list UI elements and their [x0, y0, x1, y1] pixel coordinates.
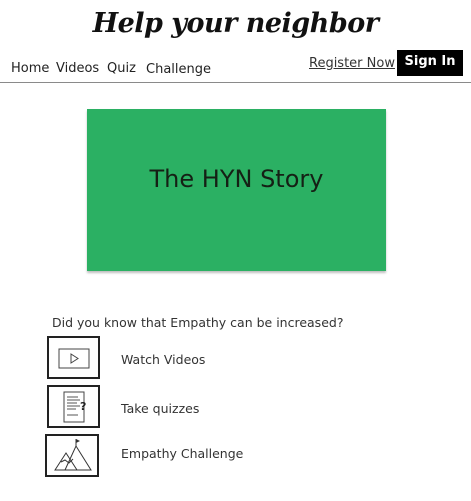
page: Help your neighbor Home Videos Quiz Chal…	[0, 0, 471, 501]
svg-text:?: ?	[80, 400, 86, 413]
take-quizzes-icon-box[interactable]: ?	[47, 385, 100, 428]
play-icon	[58, 348, 90, 369]
sign-in-button[interactable]: Sign In	[397, 50, 463, 76]
nav-videos[interactable]: Videos	[56, 61, 99, 76]
nav-quiz[interactable]: Quiz	[107, 61, 136, 76]
hero-banner[interactable]: The HYN Story	[87, 109, 386, 271]
empathy-challenge-icon-box[interactable]	[45, 434, 99, 477]
main-nav: Home Videos Quiz Challenge Register Now …	[0, 50, 471, 83]
nav-challenge[interactable]: Challenge	[146, 62, 211, 77]
take-quizzes-label[interactable]: Take quizzes	[121, 401, 199, 416]
hero-title: The HYN Story	[149, 165, 324, 193]
nav-home[interactable]: Home	[11, 61, 49, 76]
watch-videos-label[interactable]: Watch Videos	[121, 352, 205, 367]
watch-videos-icon-box[interactable]	[47, 336, 100, 379]
register-now-link[interactable]: Register Now	[309, 56, 395, 71]
empathy-challenge-label[interactable]: Empathy Challenge	[121, 446, 243, 461]
empathy-question: Did you know that Empathy can be increas…	[52, 315, 344, 330]
mountain-flag-icon	[54, 439, 92, 471]
quiz-document-icon: ?	[63, 391, 86, 423]
site-logo[interactable]: Help your neighbor	[0, 8, 471, 39]
